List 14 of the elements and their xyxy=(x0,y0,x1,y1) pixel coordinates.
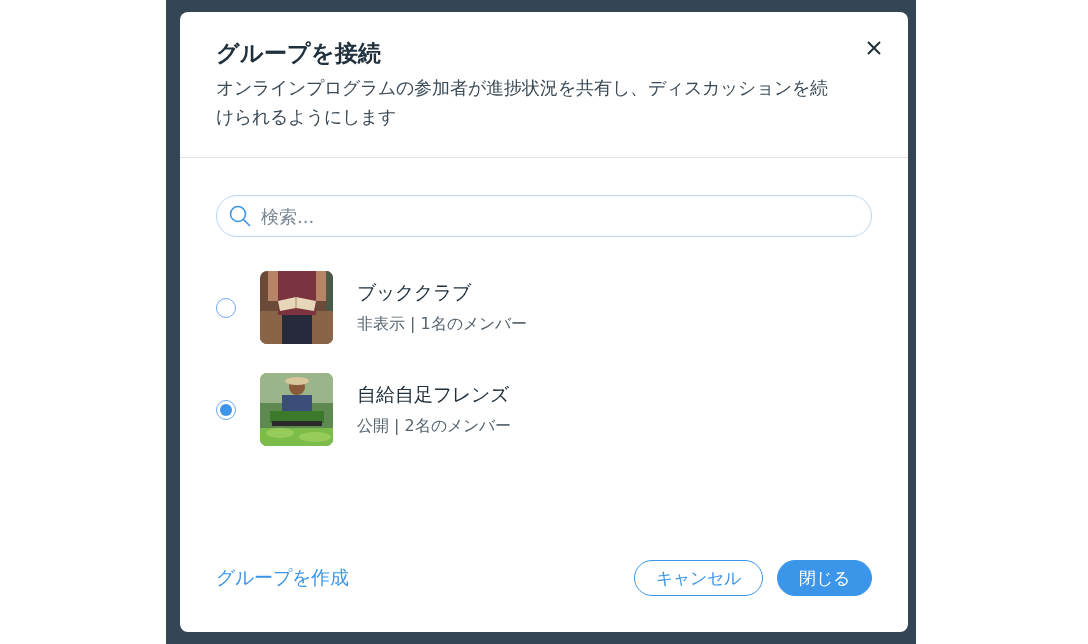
dialog-subtitle: オンラインプログラムの参加者が進捗状況を共有し、ディスカッションを続けられるようにします xyxy=(216,76,829,129)
radio-button[interactable] xyxy=(216,297,236,318)
search-field[interactable]: 検索... xyxy=(261,197,859,235)
search-icon xyxy=(229,205,251,227)
close-icon xyxy=(866,40,882,56)
cancel-button[interactable]: キャンセル xyxy=(634,560,763,596)
dialog-title: グループを接続 xyxy=(216,39,382,68)
group-details: 非表示 | 1名のメンバー xyxy=(357,314,527,335)
create-group-link[interactable]: グループを作成 xyxy=(216,565,349,591)
group-name: ブッククラブ xyxy=(357,280,472,305)
radio-button[interactable] xyxy=(216,399,236,420)
group-details: 公開 | 2名のメンバー xyxy=(357,416,511,437)
group-name: 自給自足フレンズ xyxy=(357,382,510,407)
close-dialog-button[interactable]: 閉じる xyxy=(777,560,872,596)
